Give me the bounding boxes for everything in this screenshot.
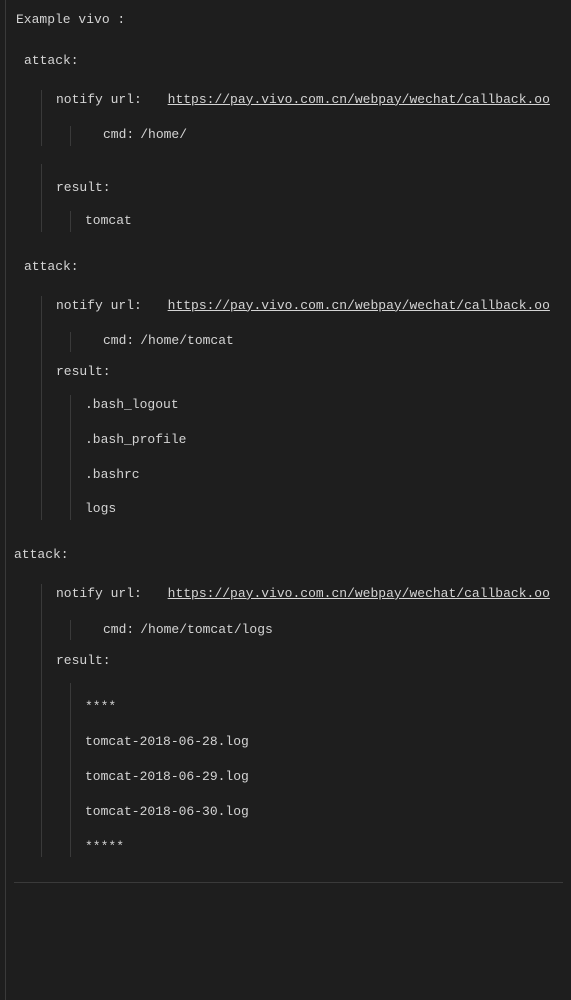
result-item: ****: [85, 697, 563, 718]
attack-block: attack: notify url: https://pay.vivo.com…: [14, 257, 563, 520]
result-item: logs: [85, 499, 563, 520]
result-items: tomcat: [70, 211, 563, 232]
attack-label: attack:: [14, 51, 563, 72]
notify-line: notify url: https://pay.vivo.com.cn/webp…: [56, 296, 563, 317]
result-item: .bashrc: [85, 465, 563, 486]
cmd-block: cmd: /home/: [56, 125, 563, 146]
cmd-label: cmd:: [103, 620, 134, 641]
result-items: .bash_logout .bash_profile .bashrc logs: [70, 395, 563, 520]
notify-block: notify url: https://pay.vivo.com.cn/webp…: [41, 296, 563, 521]
result-item: tomcat-2018-06-28.log: [85, 732, 563, 753]
notify-url-label: notify url:: [56, 92, 142, 107]
cmd-label: cmd:: [103, 125, 134, 146]
bottom-divider: [14, 882, 563, 883]
notify-url-link[interactable]: https://pay.vivo.com.cn/webpay/wechat/ca…: [168, 298, 550, 313]
cmd-value: /home/tomcat: [140, 331, 234, 352]
notify-url-link[interactable]: https://pay.vivo.com.cn/webpay/wechat/ca…: [168, 92, 550, 107]
result-inner: result: tomcat: [41, 164, 563, 232]
attack-block: attack: notify url: https://pay.vivo.com…: [14, 51, 563, 232]
notify-url-label: notify url:: [56, 586, 142, 601]
cmd-indent-guide: [70, 126, 71, 146]
result-items: **** tomcat-2018-06-28.log tomcat-2018-0…: [70, 683, 563, 857]
cmd-block: cmd: /home/tomcat: [56, 331, 563, 352]
notify-block: notify url: https://pay.vivo.com.cn/webp…: [41, 584, 563, 857]
result-item: .bash_logout: [85, 395, 563, 416]
attack-label: attack:: [14, 545, 563, 566]
result-item: .bash_profile: [85, 430, 563, 451]
notify-line: notify url: https://pay.vivo.com.cn/webp…: [56, 90, 563, 111]
notify-line: notify url: https://pay.vivo.com.cn/webp…: [56, 584, 563, 605]
result-item: tomcat-2018-06-30.log: [85, 802, 563, 823]
cmd-block: cmd: /home/tomcat/logs: [56, 620, 563, 641]
result-item: *****: [85, 837, 563, 858]
document-header: Example vivo :: [14, 10, 563, 31]
attack-block: attack: notify url: https://pay.vivo.com…: [14, 545, 563, 857]
notify-url-label: notify url:: [56, 298, 142, 313]
result-label: result:: [56, 651, 563, 672]
attack-label: attack:: [14, 257, 563, 278]
cmd-value: /home/tomcat/logs: [140, 620, 273, 641]
notify-url-link[interactable]: https://pay.vivo.com.cn/webpay/wechat/ca…: [168, 586, 550, 601]
result-item: tomcat-2018-06-29.log: [85, 767, 563, 788]
result-label: result:: [56, 178, 563, 199]
cmd-value: /home/: [140, 125, 187, 146]
result-wrap: result: tomcat: [41, 164, 563, 232]
result-label: result:: [56, 362, 563, 383]
result-item: tomcat: [85, 211, 563, 232]
notify-block: notify url: https://pay.vivo.com.cn/webp…: [41, 90, 563, 147]
cmd-indent-guide: [70, 332, 71, 352]
cmd-indent-guide: [70, 620, 71, 640]
cmd-label: cmd:: [103, 331, 134, 352]
document-container: Example vivo : attack: notify url: https…: [5, 0, 571, 1000]
